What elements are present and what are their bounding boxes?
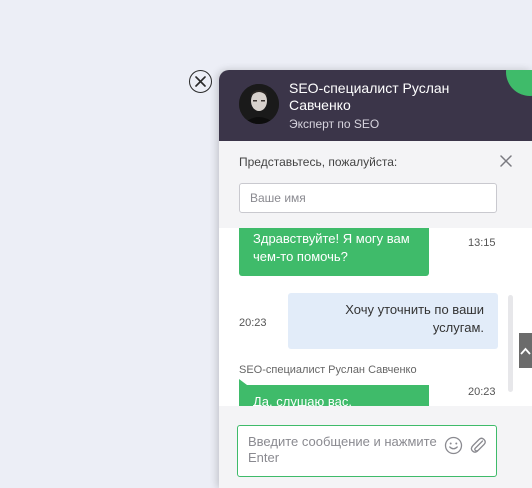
operator-message: Здравствуйте! Я могу вам чем-то помочь? <box>239 228 429 276</box>
message-list: Здравствуйте! Я могу вам чем-то помочь? … <box>219 228 532 406</box>
message-sender: SEO-специалист Руслан Савченко <box>239 364 417 376</box>
operator-name: SEO-специалист Руслан Савченко <box>289 80 450 113</box>
chat-header: SEO-специалист Руслан Савченко Эксперт п… <box>219 70 532 141</box>
operator-avatar <box>239 84 279 124</box>
operator-role: Эксперт по SEO <box>289 117 380 131</box>
close-circle-icon <box>195 76 206 87</box>
chat-widget: SEO-специалист Руслан Савченко Эксперт п… <box>219 70 532 488</box>
message-composer <box>237 425 497 477</box>
message-time: 20:23 <box>468 386 496 398</box>
close-icon <box>500 155 512 167</box>
close-chat-button[interactable] <box>189 70 212 93</box>
scroll-top-button[interactable] <box>519 333 532 368</box>
emoji-button[interactable] <box>444 436 463 455</box>
chevron-up-icon <box>520 347 531 355</box>
status-indicator <box>506 70 532 96</box>
attach-button[interactable] <box>468 435 488 455</box>
message-input[interactable] <box>248 434 444 466</box>
paperclip-icon <box>470 437 486 453</box>
name-input[interactable] <box>239 183 497 213</box>
composer-area <box>219 406 532 488</box>
intro-label: Представьтесь, пожалуйста: <box>239 155 398 169</box>
emoji-icon <box>444 436 463 455</box>
user-message: Хочу уточнить по ваши услугам. <box>288 293 498 349</box>
message-time: 20:23 <box>239 317 267 329</box>
message-time: 13:15 <box>468 237 496 249</box>
messages-scrollbar[interactable] <box>508 295 513 392</box>
close-intro-button[interactable] <box>498 153 514 169</box>
operator-message: Да, слушаю вас. <box>239 379 429 406</box>
